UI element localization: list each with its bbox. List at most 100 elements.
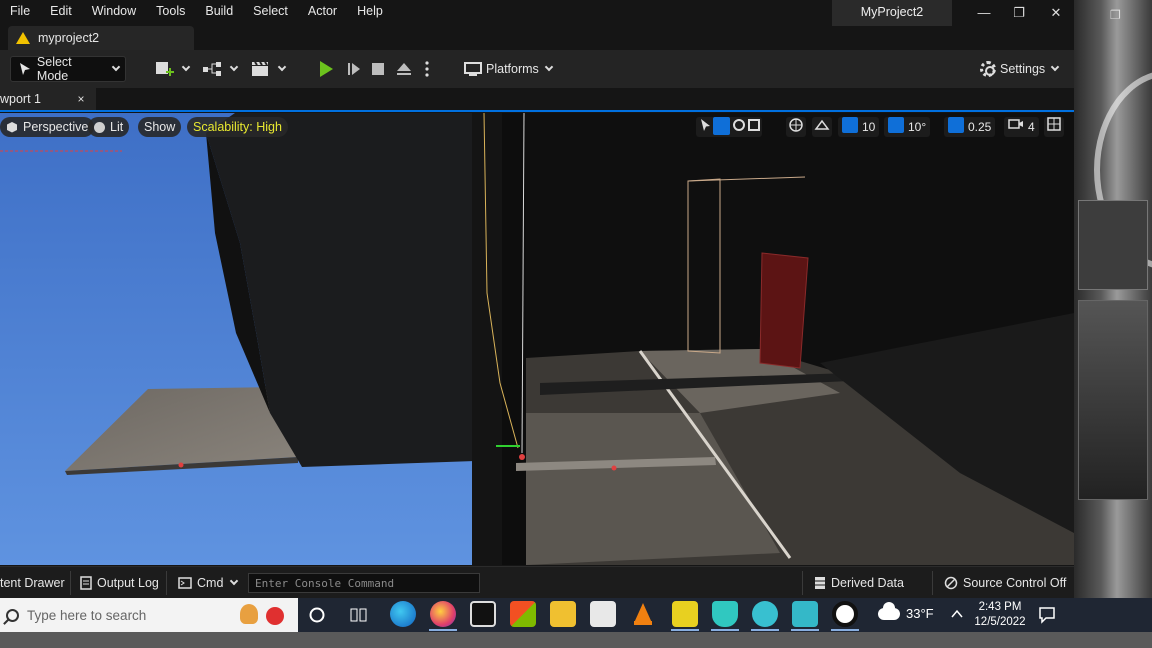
select-mode-icon (20, 63, 30, 75)
chevron-up-icon[interactable] (950, 608, 964, 620)
menu-build[interactable]: Build (195, 0, 243, 26)
gingerbread-icon (240, 604, 258, 624)
move-icon[interactable] (713, 117, 730, 135)
scalability-label: Scalability: High (193, 120, 282, 134)
maximize-button[interactable]: ❐ (1005, 2, 1033, 24)
derived-data-label: Derived Data (831, 576, 904, 590)
close-button[interactable]: ✕ (1042, 2, 1070, 24)
console-command-input[interactable] (248, 573, 480, 593)
file-explorer-icon[interactable] (550, 601, 576, 627)
layout-grid-icon (1047, 117, 1061, 131)
cmd-dropdown[interactable]: Cmd (178, 573, 239, 593)
cinematics-button[interactable] (250, 56, 287, 82)
menu-edit[interactable]: Edit (40, 0, 82, 26)
viewport-layout-button[interactable] (1044, 117, 1064, 137)
firefox-icon[interactable] (430, 601, 456, 627)
pivot-marker (519, 454, 525, 460)
play-button[interactable] (320, 56, 333, 82)
menu-tools[interactable]: Tools (146, 0, 195, 26)
divider (70, 571, 71, 595)
chevron-down-icon (277, 62, 287, 72)
camera-icon (1008, 119, 1023, 129)
scale-snap-icon (948, 117, 964, 133)
grid-snap-value: 10 (862, 120, 876, 134)
active-indicator (429, 629, 457, 631)
world-local-toggle[interactable] (786, 117, 806, 137)
grid-snap[interactable]: 10 (838, 117, 880, 137)
output-log-button[interactable]: Output Log (80, 573, 159, 593)
surface-snap-toggle[interactable] (812, 117, 832, 137)
app-icon[interactable] (672, 601, 698, 627)
scalability-button[interactable]: Scalability: High (187, 117, 288, 137)
store-icon[interactable] (510, 601, 536, 627)
weather-widget[interactable]: 33°F (878, 601, 934, 621)
active-indicator (831, 629, 859, 631)
add-actor-button[interactable] (154, 56, 191, 82)
settings-label: Settings (1000, 62, 1046, 76)
level-viewport[interactable]: Perspective Lit Show Scalability: High 1… (0, 113, 1074, 565)
task-view-icon[interactable] (350, 606, 368, 624)
gear-icon (980, 61, 996, 77)
log-icon (80, 576, 92, 590)
menu-help[interactable]: Help (347, 0, 393, 26)
app-icon[interactable] (792, 601, 818, 627)
scale-icon[interactable] (747, 117, 760, 133)
search-icon (6, 608, 19, 622)
blueprint-button[interactable] (202, 56, 239, 82)
restore-icon[interactable]: ❐ (1110, 8, 1121, 22)
menu-window[interactable]: Window (82, 0, 146, 26)
camera-speed-value: 4 (1028, 120, 1035, 134)
select-arrow-icon[interactable] (698, 117, 711, 133)
notepad-icon[interactable] (590, 601, 616, 627)
system-clock[interactable]: 2:43 PM 12/5/2022 (972, 600, 1028, 630)
play-options-button[interactable] (422, 56, 432, 82)
source-control-label: Source Control Off (963, 576, 1067, 590)
rotation-snap[interactable]: 10° (884, 117, 931, 137)
minimize-button[interactable]: — (970, 2, 998, 24)
perspective-button[interactable]: Perspective (0, 117, 95, 137)
platforms-dropdown[interactable]: Platforms (464, 56, 554, 82)
menu-actor[interactable]: Actor (298, 0, 347, 26)
close-icon[interactable]: × (74, 88, 88, 110)
edge-browser-icon[interactable] (390, 601, 416, 627)
main-toolbar: Select Mode Platforms Settings (0, 50, 1074, 88)
unreal-engine-icon[interactable] (832, 601, 858, 627)
unreal-editor-window: File Edit Window Tools Build Select Acto… (0, 0, 1074, 600)
rotation-snap-value: 10° (908, 120, 927, 134)
app-icon[interactable] (752, 601, 778, 627)
eject-button[interactable] (395, 56, 413, 82)
globe-icon (789, 118, 803, 132)
cortana-icon[interactable] (308, 606, 326, 624)
camera-speed[interactable]: 4 (1004, 117, 1039, 137)
lit-label: Lit (110, 120, 124, 134)
project-tab[interactable]: myproject2 (8, 26, 194, 50)
menu-file[interactable]: File (0, 0, 40, 26)
rotate-icon[interactable] (732, 117, 745, 133)
clock-date: 12/5/2022 (974, 616, 1026, 628)
vlc-icon[interactable] (630, 601, 656, 627)
menu-select[interactable]: Select (243, 0, 298, 26)
viewport-scene (0, 113, 1074, 565)
ornament-icon (266, 607, 284, 625)
background-window (1078, 200, 1148, 290)
source-control-off-icon (944, 576, 958, 590)
security-app-icon[interactable] (712, 601, 738, 627)
angle-icon (888, 117, 904, 133)
status-bar: tent Drawer Output Log Cmd Derived Data … (0, 566, 1074, 598)
lit-button[interactable]: Lit (88, 117, 130, 137)
taskbar-search[interactable]: Type here to search (0, 598, 298, 632)
settings-dropdown[interactable]: Settings (980, 56, 1060, 82)
notifications-icon[interactable] (1038, 606, 1056, 624)
content-drawer-button[interactable]: tent Drawer (0, 573, 65, 593)
derived-data-button[interactable]: Derived Data (814, 573, 904, 593)
select-mode-dropdown[interactable]: Select Mode (10, 55, 126, 83)
stop-button[interactable] (372, 56, 384, 82)
play-icon (320, 61, 333, 77)
terminal-app-icon[interactable] (470, 601, 496, 627)
source-control-button[interactable]: Source Control Off (944, 573, 1066, 593)
viewport-tab-label: wport 1 (0, 92, 41, 106)
scale-snap[interactable]: 0.25 (944, 117, 996, 137)
advance-frame-button[interactable] (346, 56, 362, 82)
show-button[interactable]: Show (138, 117, 182, 137)
windows-taskbar: Type here to search 33°F 2:43 PM 12/5/20… (0, 598, 1152, 648)
